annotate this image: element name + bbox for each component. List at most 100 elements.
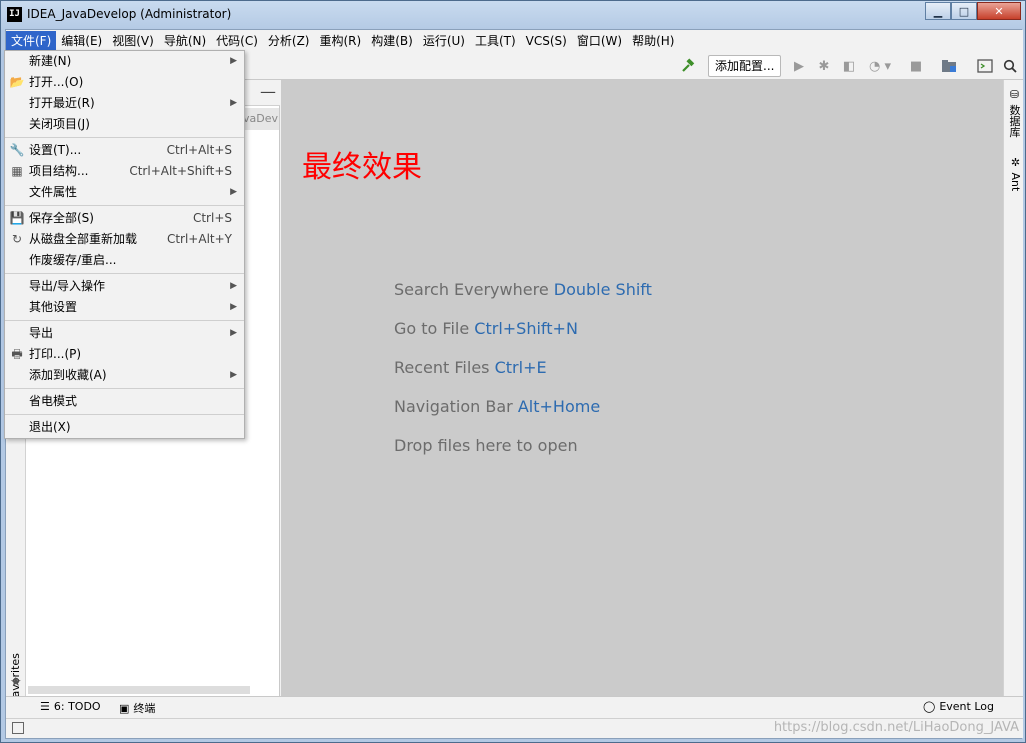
event-log-button[interactable]: ◯ Event Log (923, 700, 994, 713)
menu-item-open[interactable]: 📂 打开...(O) (5, 72, 244, 93)
ant-label: Ant (1009, 172, 1022, 192)
folder-icon: 📂 (9, 75, 25, 89)
menu-item-label: 打开最近(R) (29, 96, 95, 110)
menu-bar: 文件(F) 编辑(E) 视图(V) 导航(N) 代码(C) 分析(Z) 重构(R… (6, 30, 1023, 52)
intellij-app-icon: IJ (7, 7, 22, 22)
list-icon: ☰ (40, 700, 50, 713)
hint-navigation-bar: Navigation Bar Alt+Home (394, 397, 652, 436)
menu-item-label: 退出(X) (29, 420, 71, 434)
todo-label: 6: TODO (53, 700, 101, 713)
menu-item-add-to-favorites[interactable]: 添加到收藏(A) ▶ (5, 365, 244, 386)
add-configuration-button[interactable]: 添加配置... (708, 55, 782, 77)
project-structure-icon[interactable] (940, 56, 958, 76)
menu-item-reload-from-disk[interactable]: ↻ 从磁盘全部重新加载 Ctrl+Alt+Y (5, 229, 244, 250)
debug-icon[interactable]: ✱ (815, 56, 833, 76)
menu-vcs[interactable]: VCS(S) (521, 31, 572, 51)
database-label: 数据库 (1008, 104, 1021, 138)
minimize-button[interactable]: ▁ (925, 2, 951, 20)
menu-item-export[interactable]: 导出 ▶ (5, 323, 244, 344)
hint-recent-files: Recent Files Ctrl+E (394, 358, 652, 397)
hint-key: Alt+Home (517, 397, 601, 416)
menu-item-invalidate-caches[interactable]: 作废缓存/重启... (5, 250, 244, 271)
project-tab-fragment[interactable]: vaDev (243, 108, 279, 130)
database-icon: ⛁ (1008, 88, 1021, 101)
menu-tools[interactable]: 工具(T) (470, 31, 521, 51)
menu-item-label: 添加到收藏(A) (29, 368, 107, 382)
right-tool-stripe: ⛁ 数据库 ✲ Ant (1003, 80, 1023, 696)
menu-item-label: 省电模式 (29, 394, 78, 408)
save-icon: 💾 (9, 211, 25, 225)
maximize-button[interactable]: □ (951, 2, 977, 20)
menu-navigate[interactable]: 导航(N) (159, 31, 211, 51)
close-button[interactable]: ✕ (977, 2, 1021, 20)
window-title: IDEA_JavaDevelop (Administrator) (27, 7, 232, 21)
hint-key: Ctrl+E (494, 358, 547, 377)
horizontal-scrollbar[interactable] (28, 686, 250, 694)
submenu-arrow-icon: ▶ (230, 187, 237, 197)
shortcut-label: Ctrl+Alt+Shift+S (129, 164, 232, 178)
menu-separator (5, 271, 244, 274)
menu-item-settings[interactable]: 🔧 设置(T)... Ctrl+Alt+S (5, 140, 244, 161)
hint-text: Go to File (394, 319, 470, 338)
status-bar: https://blog.csdn.net/LiHaoDong_JAVA (6, 718, 1023, 738)
menu-item-label: 保存全部(S) (29, 211, 94, 225)
editor-area[interactable]: 最终效果 Search Everywhere Double Shift Go t… (281, 80, 1003, 696)
bottom-tool-stripe: ☰ 6: TODO ▣ 终端 ◯ Event Log (6, 696, 1023, 718)
menu-item-print[interactable]: 🖶 打印...(P) (5, 344, 244, 365)
shortcut-label: Ctrl+S (192, 211, 232, 225)
submenu-arrow-icon: ▶ (230, 370, 237, 380)
star-icon[interactable]: ★ (10, 675, 22, 690)
todo-tool-button[interactable]: ☰ 6: TODO (40, 700, 101, 713)
menu-item-label: 打印...(P) (29, 347, 82, 361)
ant-tool-button[interactable]: ✲ Ant (1006, 156, 1022, 191)
stop-icon[interactable]: ■ (907, 56, 925, 76)
submenu-arrow-icon: ▶ (230, 328, 237, 338)
menu-analyze[interactable]: 分析(Z) (263, 31, 315, 51)
hint-text: Navigation Bar (394, 397, 513, 416)
terminal-icon: ▣ (119, 701, 130, 715)
hide-panel-icon[interactable]: — (260, 82, 276, 101)
menu-item-file-properties[interactable]: 文件属性 ▶ (5, 182, 244, 203)
menu-run[interactable]: 运行(U) (418, 31, 470, 51)
menu-help[interactable]: 帮助(H) (627, 31, 679, 51)
menu-item-other-settings[interactable]: 其他设置 ▶ (5, 297, 244, 318)
menu-item-label: 打开...(O) (29, 75, 84, 89)
database-tool-button[interactable]: ⛁ 数据库 (1006, 88, 1022, 138)
menu-item-exit[interactable]: 退出(X) (5, 417, 244, 438)
menu-separator (5, 135, 244, 138)
menu-item-label: 其他设置 (29, 300, 78, 314)
menu-file[interactable]: 文件(F) (6, 31, 57, 51)
menu-item-label: 导出 (29, 326, 54, 340)
terminal-window-icon[interactable] (976, 56, 994, 76)
run-icon[interactable]: ▶ (790, 56, 808, 76)
title-bar[interactable]: IJ IDEA_JavaDevelop (Administrator) ▁ □ … (1, 1, 1025, 29)
menu-item-new[interactable]: 新建(N) ▶ (5, 51, 244, 72)
profiler-icon[interactable]: ◔ ▾ (866, 56, 894, 76)
menu-item-import-export[interactable]: 导出/导入操作 ▶ (5, 276, 244, 297)
menu-item-label: 关闭项目(J) (29, 117, 90, 131)
terminal-tool-button[interactable]: ▣ 终端 (119, 700, 155, 716)
final-effect-overlay-text: 最终效果 (302, 150, 422, 185)
menu-separator (5, 412, 244, 415)
menu-item-project-structure[interactable]: ▦ 项目结构... Ctrl+Alt+Shift+S (5, 161, 244, 182)
wrench-icon: 🔧 (9, 143, 25, 157)
hint-key: Double Shift (553, 280, 652, 299)
menu-item-open-recent[interactable]: 打开最近(R) ▶ (5, 93, 244, 114)
menu-refactor[interactable]: 重构(R) (315, 31, 367, 51)
project-structure-icon: ▦ (11, 164, 23, 178)
shortcut-label: Ctrl+Alt+S (166, 143, 232, 157)
toggle-tool-windows-icon[interactable] (12, 722, 24, 734)
menu-build[interactable]: 构建(B) (366, 31, 418, 51)
menu-item-save-all[interactable]: 💾 保存全部(S) Ctrl+S (5, 208, 244, 229)
menu-edit[interactable]: 编辑(E) (56, 31, 107, 51)
build-hammer-icon[interactable] (678, 56, 698, 76)
menu-view[interactable]: 视图(V) (107, 31, 159, 51)
coverage-icon[interactable]: ◧ (840, 56, 858, 76)
menu-window[interactable]: 窗口(W) (572, 31, 627, 51)
menu-item-close-project[interactable]: 关闭项目(J) (5, 114, 244, 135)
menu-item-power-save-mode[interactable]: 省电模式 (5, 391, 244, 412)
search-icon[interactable] (1001, 56, 1019, 76)
hint-text: Drop files here to open (394, 436, 578, 455)
event-log-label: Event Log (939, 700, 994, 713)
menu-code[interactable]: 代码(C) (211, 31, 263, 51)
